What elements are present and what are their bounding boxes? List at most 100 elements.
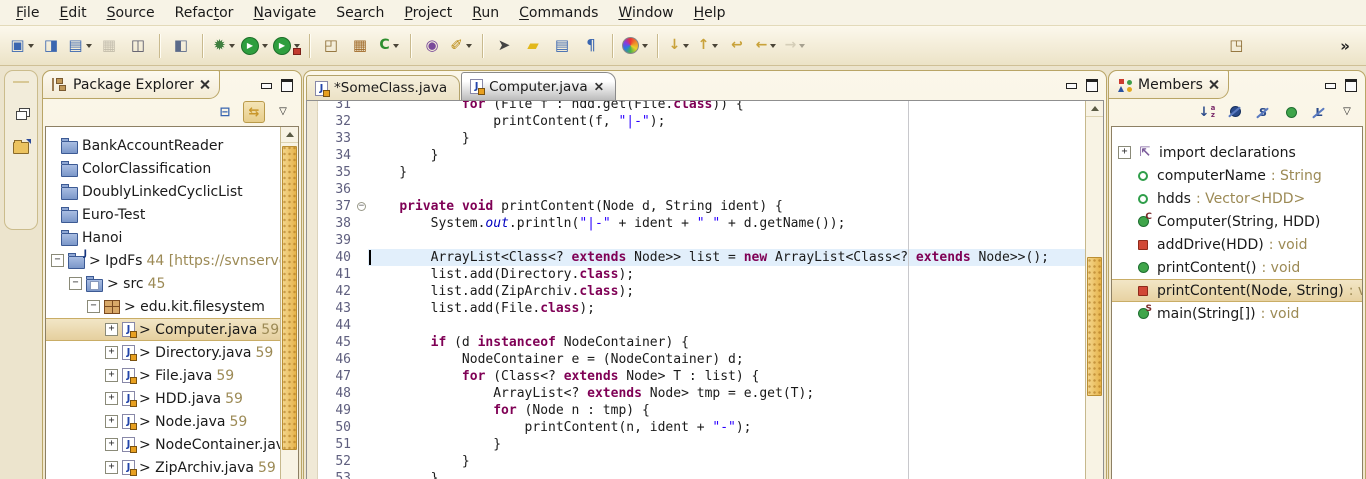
code-line-49[interactable]: for (Node n : tmp) { [368,402,1085,419]
new-package-button[interactable]: ▦ [346,33,374,59]
code-line-33[interactable]: } [368,130,1085,147]
tree-item-directory-java[interactable]: +J> Directory.java 59 [46,341,281,364]
code-line-43[interactable]: list.add(File.class); [368,300,1085,317]
code-line-35[interactable]: } [368,164,1085,181]
member-item-printcontent-[interactable]: printContent() : void [1112,256,1362,279]
expander-icon[interactable]: + [105,369,118,382]
code-line-42[interactable]: list.add(ZipArchiv.class); [368,283,1085,300]
code-line-41[interactable]: list.add(Directory.class); [368,266,1085,283]
code-line-37[interactable]: private void printContent(Node d, String… [368,198,1085,215]
next-annotation-button[interactable]: ↓ [665,33,693,59]
new-file-button[interactable]: ▤ [66,33,94,59]
back-button[interactable]: ← [752,33,780,59]
menu-refactor[interactable]: Refactor [165,2,244,24]
expander-icon[interactable]: + [1118,146,1131,159]
collapse-all-button[interactable]: ⊟ [215,102,235,122]
code-line-50[interactable]: printContent(n, ident + "-"); [368,419,1085,436]
dropdown-arrow-icon[interactable] [28,44,34,48]
dropdown-arrow-icon[interactable] [799,44,805,48]
view-tab-members[interactable]: Members [1108,70,1229,99]
new-java-project-button[interactable]: ◰ [317,33,345,59]
scroll-up-button[interactable] [281,127,298,143]
menu-navigate[interactable]: Navigate [243,2,326,24]
expander-icon[interactable]: + [105,415,118,428]
scroll-up-button[interactable] [1086,101,1103,117]
print-button[interactable]: ◫ [124,33,152,59]
menu-window[interactable]: Window [608,2,683,24]
view-tab-package-explorer[interactable]: Package Explorer [42,70,220,99]
close-icon[interactable] [200,80,209,89]
tree-item-edu-kit-filesystem[interactable]: −> edu.kit.filesystem [46,295,281,318]
member-item-hdds[interactable]: hdds : Vector<HDD> [1112,187,1362,210]
maximize-button[interactable] [1086,79,1098,92]
tree-item-ziparchiv-java[interactable]: +J> ZipArchiv.java 59 [46,456,281,479]
scrollbar-thumb[interactable] [1087,257,1102,396]
menu-commands[interactable]: Commands [509,2,608,24]
dropdown-arrow-icon[interactable] [466,44,472,48]
menu-project[interactable]: Project [394,2,462,24]
member-item-computer-string-hdd-[interactable]: CComputer(String, HDD) [1112,210,1362,233]
tree-item-bankaccountreader[interactable]: BankAccountReader [46,134,281,157]
collapse-fold-icon[interactable]: − [357,202,366,211]
expander-icon[interactable]: + [105,392,118,405]
expander-icon[interactable]: + [105,461,118,474]
expander-icon[interactable]: + [105,323,118,336]
code-line-52[interactable]: } [368,453,1085,470]
menu-search[interactable]: Search [326,2,394,24]
dropdown-arrow-icon[interactable] [683,44,689,48]
hide-static-button[interactable]: S [1253,102,1273,122]
menu-edit[interactable]: Edit [49,2,96,24]
tree-item-hdd-java[interactable]: +J> HDD.java 59 [46,387,281,410]
code-line-38[interactable]: System.out.println("|-" + ident + " " + … [368,215,1085,232]
expander-icon[interactable]: + [105,346,118,359]
new-class-button[interactable]: C [375,33,403,59]
member-item-adddrive-hdd-[interactable]: addDrive(HDD) : void [1112,233,1362,256]
scrollbar-thumb[interactable] [282,146,297,450]
code-line-53[interactable]: } [368,470,1085,479]
package-explorer-scrollbar[interactable] [280,127,298,479]
sort-button[interactable]: ↓az [1197,102,1217,122]
view-menu-button[interactable]: ▽ [1337,102,1357,122]
dropdown-arrow-icon[interactable] [770,44,776,48]
code-line-36[interactable] [368,181,1085,198]
link-with-editor-button[interactable]: ⇆ [243,101,265,123]
member-item-main-string-[interactable]: Smain(String[]) : void [1112,302,1362,325]
tree-item-doublylinkedcycliclist[interactable]: DoublyLinkedCyclicList [46,180,281,203]
code-line-48[interactable]: ArrayList<? extends Node> tmp = e.get(T)… [368,385,1085,402]
member-item-computername[interactable]: computerName : String [1112,164,1362,187]
menu-run[interactable]: Run [462,2,509,24]
mark-occurrences-button[interactable]: ➤ [490,33,518,59]
expander-icon[interactable]: − [87,300,100,313]
tree-item-node-java[interactable]: +J> Node.java 59 [46,410,281,433]
close-icon[interactable] [1209,80,1218,89]
dropdown-arrow-icon[interactable] [262,44,268,48]
fold-column-cell[interactable]: − [355,202,368,219]
hide-nonpublic-button[interactable] [1281,102,1301,122]
code-line-31[interactable]: for (File f : hdd.get(File.class)) { [368,101,1085,113]
menu-source[interactable]: Source [97,2,165,24]
code-line-32[interactable]: printContent(f, "|-"); [368,113,1085,130]
editor-scrollbar[interactable] [1085,101,1103,479]
hide-local-types-button[interactable]: L [1309,102,1329,122]
tree-item-computer-java[interactable]: +J> Computer.java 59 [46,318,281,341]
run-external-button[interactable]: ▶ [271,33,302,59]
member-item-printcontent-node-string-[interactable]: printContent(Node, String) : void [1112,279,1362,302]
expander-icon[interactable]: − [51,254,64,267]
dropdown-arrow-icon[interactable] [712,44,718,48]
compare-button[interactable]: ◧ [167,33,195,59]
search-button[interactable]: ✐ [447,33,475,59]
expander-icon[interactable]: + [105,438,118,451]
code-text-area[interactable]: for (File f : hdd.get(File.class)) { pri… [368,101,1085,479]
color-palette-button[interactable] [620,33,650,59]
restore-view-icon[interactable] [16,111,27,120]
menu-file[interactable]: File [6,2,49,24]
hide-fields-button[interactable] [1225,102,1245,122]
code-editor[interactable]: 3132333435363738394041424344454647484950… [306,100,1104,479]
debug-button[interactable]: ✹ [210,33,238,59]
minimized-view-folder-icon[interactable] [13,142,29,154]
tree-item-euro-test[interactable]: Euro-Test [46,203,281,226]
annotation-ruler[interactable] [307,101,318,479]
expander-icon[interactable]: − [69,277,82,290]
editor-tab-computer-java[interactable]: JComputer.java [461,72,615,100]
code-line-40[interactable]: ArrayList<Class<? extends Node>> list = … [368,249,1085,266]
